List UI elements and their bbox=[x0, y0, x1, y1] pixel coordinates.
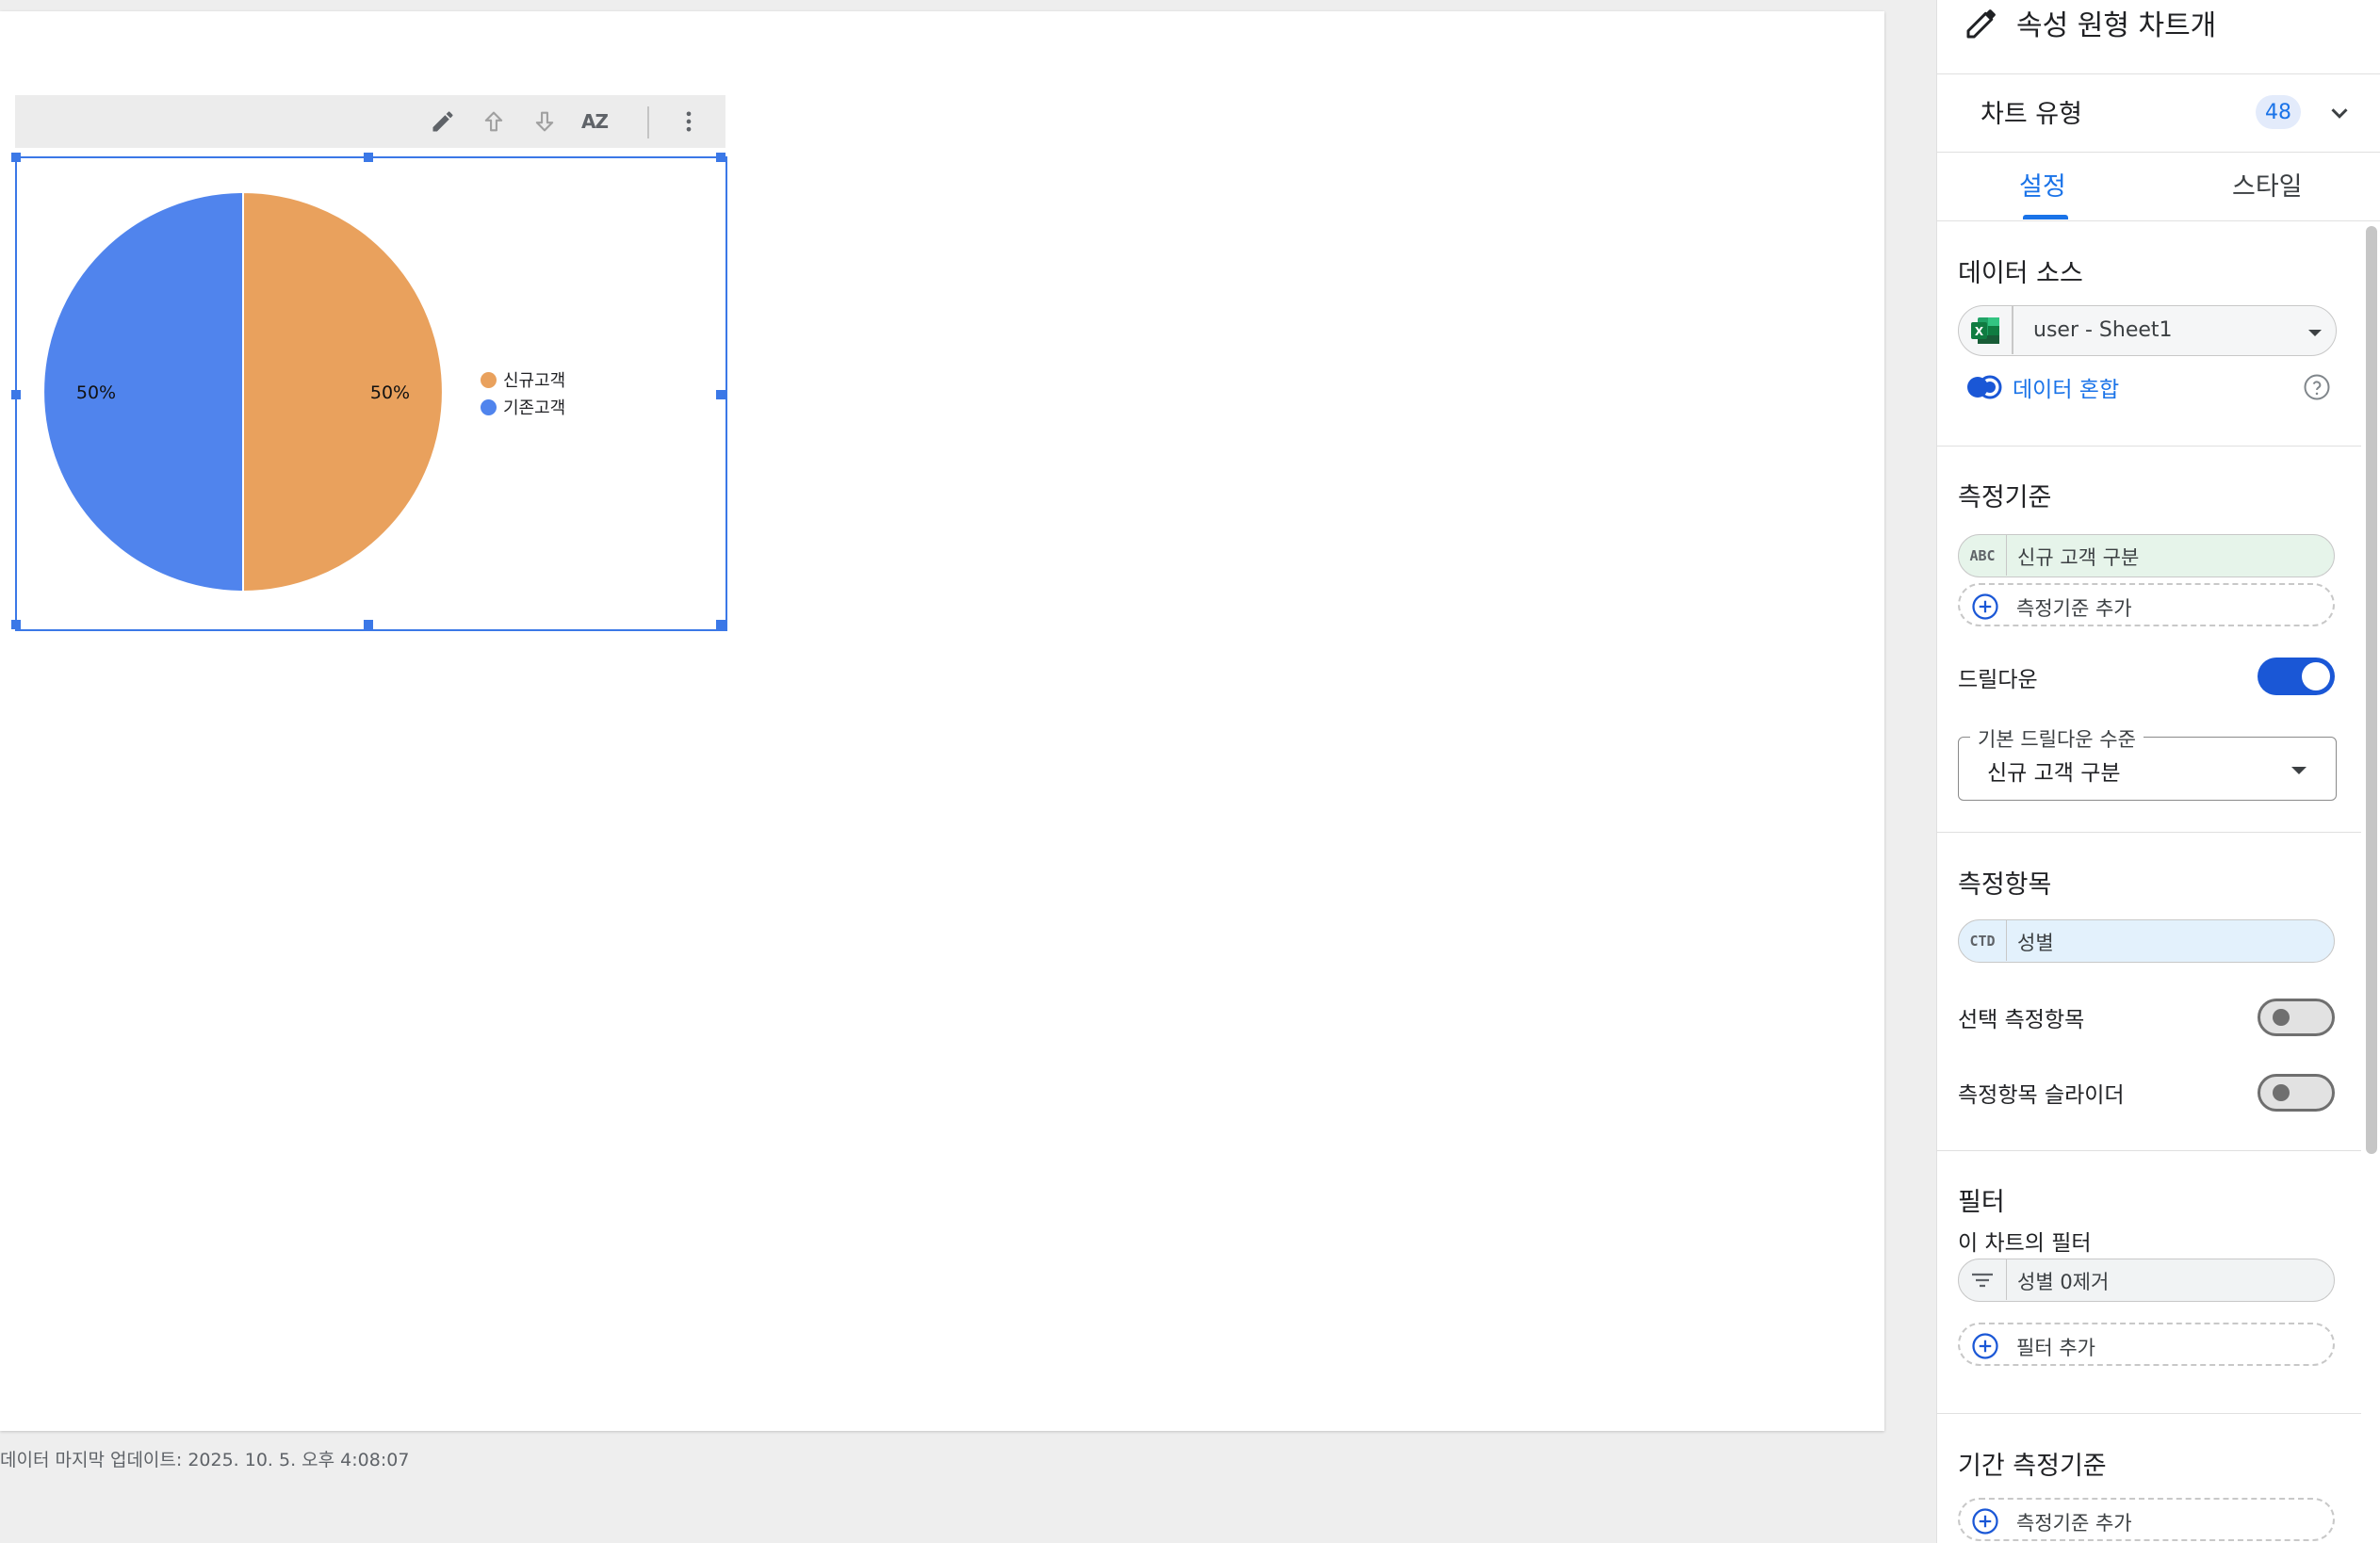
data-blend-label: 데이터 혼합 bbox=[2013, 378, 2120, 402]
filter-heading: 필터 bbox=[1958, 1188, 2005, 1217]
blend-icon bbox=[1965, 375, 2003, 403]
metric-slider-toggle[interactable] bbox=[2258, 1074, 2335, 1112]
sheets-icon: X bbox=[1970, 317, 2000, 349]
pencil-icon[interactable] bbox=[424, 103, 462, 140]
resize-handle-top[interactable] bbox=[364, 153, 373, 162]
tab-style[interactable]: 스타일 bbox=[2232, 166, 2303, 203]
chart-toolbar: AZ bbox=[15, 95, 725, 148]
pie-slice-label-1: 50% bbox=[76, 382, 116, 403]
default-drilldown-level-label: 기본 드릴다운 수준 bbox=[1970, 724, 2144, 753]
resize-handle-left[interactable] bbox=[11, 390, 21, 399]
pie-slice-1[interactable] bbox=[42, 190, 244, 593]
text-type-icon: ABC bbox=[1959, 535, 2007, 576]
panel-header: 속성 원형 차트개 bbox=[1937, 0, 2380, 74]
arrow-up-icon[interactable] bbox=[475, 103, 513, 140]
resize-handle-bottom-right[interactable] bbox=[716, 620, 725, 629]
chevron-down-icon[interactable] bbox=[2325, 99, 2354, 131]
properties-panel: 속성 원형 차트개 차트 유형 48 설정 스타일 데이터 소스 X user … bbox=[1936, 0, 2380, 1543]
drilldown-toggle[interactable] bbox=[2258, 658, 2335, 695]
drilldown-label: 드릴다운 bbox=[1958, 668, 2038, 692]
metric-field-chip[interactable]: CTD 성별 bbox=[1958, 919, 2335, 963]
add-dimension-button[interactable]: 측정기준 추가 bbox=[1958, 583, 2335, 626]
pie-chart-selection[interactable]: 50% 50% 신규고객 기존고객 bbox=[11, 153, 727, 631]
toolbar-divider bbox=[647, 106, 649, 138]
data-source-heading: 데이터 소스 bbox=[1958, 259, 2083, 288]
sort-az-icon[interactable]: AZ bbox=[576, 103, 613, 140]
help-icon[interactable] bbox=[2303, 373, 2331, 405]
active-tab-indicator bbox=[2023, 215, 2068, 219]
chart-filter-label: 이 차트의 필터 bbox=[1958, 1231, 2092, 1256]
metric-field-label: 성별 bbox=[2017, 932, 2054, 954]
pie-slice-label-0: 50% bbox=[370, 382, 410, 403]
panel-scrollbar[interactable] bbox=[2366, 226, 2377, 1154]
svg-text:X: X bbox=[1975, 325, 1984, 338]
legend-label-new-customer: 신규고객 bbox=[503, 371, 566, 391]
add-circle-icon bbox=[1971, 1332, 1999, 1364]
legend-swatch-new-customer bbox=[481, 372, 497, 388]
section-divider bbox=[1937, 832, 2361, 833]
panel-title[interactable]: 속성 원형 차트개 bbox=[2016, 2, 2216, 43]
add-circle-icon bbox=[1971, 1507, 1999, 1539]
legend-label-existing-customer: 기존고객 bbox=[503, 398, 566, 418]
dimension-field-label: 신규 고객 구분 bbox=[2017, 546, 2140, 569]
section-divider bbox=[1937, 1150, 2361, 1151]
section-divider bbox=[1937, 446, 2361, 447]
add-filter-label: 필터 추가 bbox=[2016, 1337, 2095, 1359]
caret-down-icon bbox=[2289, 762, 2309, 780]
optional-metric-label: 선택 측정항목 bbox=[1958, 1008, 2085, 1032]
filter-list-icon bbox=[1959, 1259, 2007, 1300]
report-canvas[interactable]: AZ 50% 50% 신규고객 기존고객 bbox=[0, 11, 1884, 1431]
optional-metric-toggle[interactable] bbox=[2258, 999, 2335, 1036]
default-drilldown-level-select[interactable]: 기본 드릴다운 수준 신규 고객 구분 bbox=[1958, 724, 2337, 801]
date-dimension-heading: 기간 측정기준 bbox=[1958, 1452, 2107, 1481]
pencil-icon[interactable] bbox=[1964, 4, 2001, 45]
legend-swatch-existing-customer bbox=[481, 399, 497, 415]
add-filter-button[interactable]: 필터 추가 bbox=[1958, 1323, 2335, 1366]
resize-handle-top-right[interactable] bbox=[716, 153, 725, 162]
data-source-select[interactable]: X user - Sheet1 bbox=[1958, 305, 2337, 356]
add-date-dimension-button[interactable]: 측정기준 추가 bbox=[1958, 1498, 2335, 1541]
add-date-dimension-label: 측정기준 추가 bbox=[2016, 1512, 2132, 1535]
caret-down-icon bbox=[2306, 325, 2324, 343]
chart-type-badge: 48 bbox=[2256, 95, 2301, 129]
resize-handle-right[interactable] bbox=[716, 390, 725, 399]
resize-handle-bottom-left[interactable] bbox=[11, 620, 21, 629]
last-updated-text: 데이터 마지막 업데이트: 2025. 10. 5. 오후 4:08:07 bbox=[0, 1450, 410, 1470]
count-distinct-icon: CTD bbox=[1959, 920, 2007, 961]
add-circle-icon bbox=[1971, 593, 1999, 625]
chart-type-label: 차트 유형 bbox=[1981, 100, 2082, 129]
metric-heading: 측정항목 bbox=[1958, 870, 2052, 900]
resize-handle-bottom[interactable] bbox=[364, 620, 373, 629]
add-dimension-label: 측정기준 추가 bbox=[2016, 597, 2132, 620]
tab-setup[interactable]: 설정 bbox=[2019, 166, 2066, 203]
metric-slider-label: 측정항목 슬라이더 bbox=[1958, 1083, 2125, 1108]
data-source-value: user - Sheet1 bbox=[2033, 318, 2173, 342]
resize-handle-top-left[interactable] bbox=[11, 153, 21, 162]
filter-chip-label: 성별 0제거 bbox=[2017, 1271, 2110, 1293]
sort-az-label: AZ bbox=[581, 110, 609, 133]
filter-chip[interactable]: 성별 0제거 bbox=[1958, 1259, 2335, 1302]
default-drilldown-level-value: 신규 고객 구분 bbox=[1987, 761, 2121, 786]
pie-slice-0[interactable] bbox=[242, 190, 444, 593]
arrow-down-icon[interactable] bbox=[526, 103, 563, 140]
pie-chart: 50% 50% bbox=[42, 190, 444, 593]
panel-tabs: 설정 스타일 bbox=[1937, 153, 2380, 221]
dimension-field-chip[interactable]: ABC 신규 고객 구분 bbox=[1958, 534, 2335, 577]
more-vert-icon[interactable] bbox=[670, 103, 708, 140]
chart-type-row[interactable]: 차트 유형 48 bbox=[1937, 74, 2380, 153]
dimension-heading: 측정기준 bbox=[1958, 483, 2052, 512]
section-divider bbox=[1937, 1413, 2361, 1414]
